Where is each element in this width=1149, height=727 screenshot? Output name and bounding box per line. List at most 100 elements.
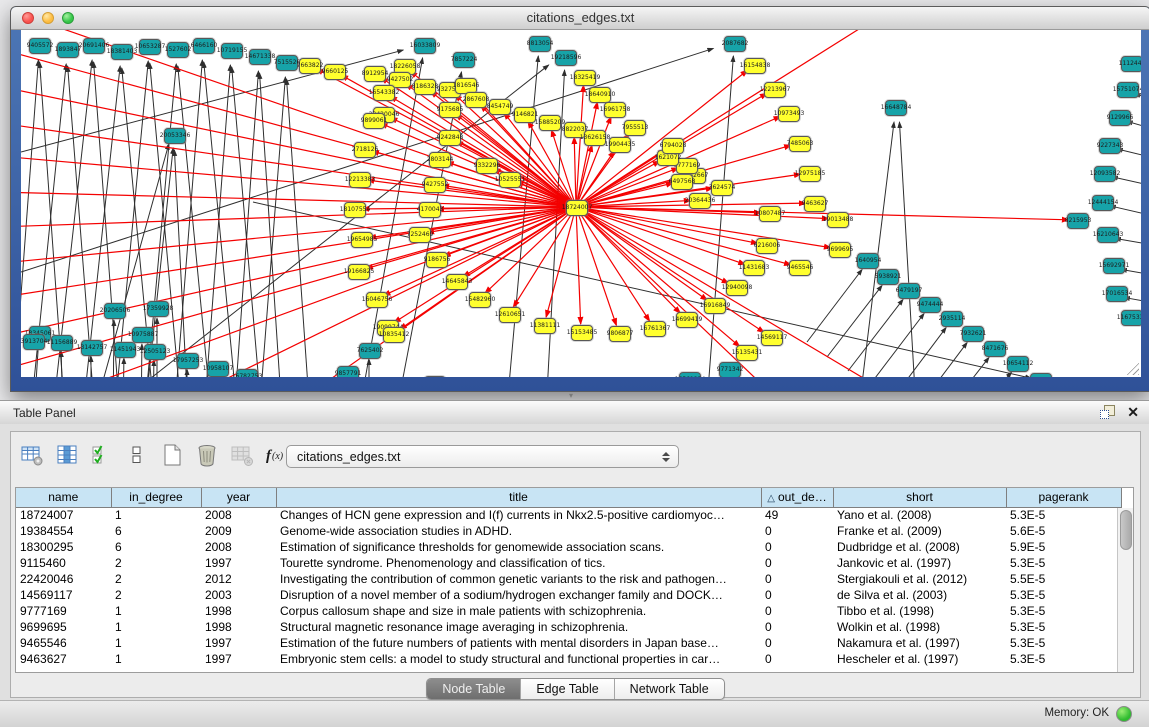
table-cell[interactable]: Tourette syndrome. Phenomenology and cla… xyxy=(276,555,761,571)
column-header-pagerank[interactable]: pagerank xyxy=(1006,488,1121,507)
graph-node[interactable]: 12444154 xyxy=(1092,195,1114,211)
table-vertical-scrollbar[interactable] xyxy=(1117,508,1133,672)
column-header-year[interactable]: year xyxy=(201,488,276,507)
graph-node[interactable]: 6479197 xyxy=(898,283,920,299)
table-cell[interactable]: Investigating the contribution of common… xyxy=(276,571,761,587)
graph-node[interactable]: 3624574 xyxy=(711,180,733,196)
table-cell[interactable]: 2008 xyxy=(201,507,276,523)
graph-node[interactable]: 12975185 xyxy=(799,166,821,182)
table-cell[interactable]: 1998 xyxy=(201,603,276,619)
graph-node[interactable]: 7515526 xyxy=(276,55,298,71)
table-cell[interactable]: Disruption of a novel member of a sodium… xyxy=(276,587,761,603)
graph-node[interactable]: 6466160 xyxy=(193,38,215,54)
table-cell[interactable]: 1 xyxy=(111,635,201,651)
graph-node[interactable]: 19013488 xyxy=(827,212,849,228)
graph-node[interactable]: 12610651 xyxy=(499,307,521,323)
graph-node[interactable]: 9186756 xyxy=(426,252,448,268)
table-cell[interactable]: Estimation of the future numbers of pati… xyxy=(276,635,761,651)
table-cell[interactable]: 5.6E-5 xyxy=(1006,523,1121,539)
table-cell[interactable]: 1 xyxy=(111,619,201,635)
graph-node[interactable]: 8912954 xyxy=(364,66,386,82)
table-cell[interactable]: 0 xyxy=(761,523,833,539)
graph-node[interactable]: 16210643 xyxy=(1097,227,1119,243)
graph-node[interactable]: 1112442 xyxy=(1121,56,1141,72)
graph-node[interactable]: 11156889 xyxy=(51,335,73,351)
graph-node[interactable]: 9465546 xyxy=(789,260,811,276)
trash-icon[interactable] xyxy=(194,442,220,468)
graph-node[interactable]: 9427552 xyxy=(424,177,446,193)
graph-node[interactable]: 6794028 xyxy=(662,138,684,154)
table-cell[interactable]: 5.3E-5 xyxy=(1006,555,1121,571)
table-cell[interactable]: 2 xyxy=(111,555,201,571)
table-cell[interactable]: 19384554 xyxy=(16,523,111,539)
table-row[interactable]: 969969511998Structural magnetic resonanc… xyxy=(16,619,1121,635)
float-panel-icon[interactable] xyxy=(1099,404,1115,420)
graph-node[interactable]: 8813054 xyxy=(529,36,551,52)
table-cell[interactable]: Corpus callosum shape and size in male p… xyxy=(276,603,761,619)
table-cell[interactable]: Embryonic stem cells: a model to study s… xyxy=(276,651,761,667)
graph-node[interactable]: 9699695 xyxy=(829,242,851,258)
graph-node[interactable]: 10958107 xyxy=(207,361,229,377)
graph-node[interactable]: 7857224 xyxy=(453,52,475,68)
table-cell[interactable]: 2 xyxy=(111,571,201,587)
graph-node[interactable]: 20053346 xyxy=(164,128,186,144)
graph-node[interactable]: 16961758 xyxy=(604,102,626,118)
table-cell[interactable]: Estimation of significance thresholds fo… xyxy=(276,539,761,555)
table-cell[interactable]: 14569117 xyxy=(16,587,111,603)
table-row[interactable]: 946362711997Embryonic stem cells: a mode… xyxy=(16,651,1121,667)
column-header-short[interactable]: short xyxy=(833,488,1006,507)
table-cell[interactable]: 18724007 xyxy=(16,507,111,523)
table-cell[interactable]: 0 xyxy=(761,555,833,571)
graph-node[interactable]: 7625402 xyxy=(359,343,381,359)
graph-node[interactable]: 2867608 xyxy=(465,92,487,108)
graph-node[interactable]: 20364436 xyxy=(689,193,711,209)
table-cell[interactable]: Hescheler et al. (1997) xyxy=(833,651,1006,667)
column-header-out_de[interactable]: △out_de… xyxy=(761,488,833,507)
table-cell[interactable]: 9777169 xyxy=(16,603,111,619)
table-cell[interactable]: 49 xyxy=(761,507,833,523)
table-cell[interactable]: Jankovic et al. (1997) xyxy=(833,555,1006,571)
table-cell[interactable]: 1997 xyxy=(201,635,276,651)
graph-node[interactable]: 20691406 xyxy=(83,38,105,54)
graph-node[interactable]: 12213967 xyxy=(764,82,786,98)
table-cell[interactable]: 2009 xyxy=(201,523,276,539)
table-selector-dropdown[interactable]: citations_edges.txt xyxy=(286,445,679,468)
graph-node[interactable]: 18724007 xyxy=(566,200,588,216)
graph-node[interactable]: 15482960 xyxy=(469,292,491,308)
graph-node[interactable]: 10835412 xyxy=(383,327,405,343)
graph-node[interactable]: 9463627 xyxy=(804,196,826,212)
graph-node[interactable]: 4170043 xyxy=(419,202,441,218)
graph-node[interactable]: 16033809 xyxy=(414,38,436,54)
table-cell[interactable]: Stergiakouli et al. (2012) xyxy=(833,571,1006,587)
table-cell[interactable]: 1997 xyxy=(201,651,276,667)
table-cell[interactable]: Genome-wide association studies in ADHD. xyxy=(276,523,761,539)
graph-node[interactable]: 2718126 xyxy=(354,142,376,158)
graph-node[interactable]: 15751074 xyxy=(1117,82,1139,98)
table-cell[interactable]: 1 xyxy=(111,651,201,667)
graph-node[interactable]: 9899061 xyxy=(363,113,385,129)
table-cell[interactable]: 0 xyxy=(761,539,833,555)
network-canvas[interactable]: 9405572189384720691406183814031065328715… xyxy=(21,30,1141,377)
table-cell[interactable]: 5.9E-5 xyxy=(1006,539,1121,555)
graph-node[interactable]: 16154838 xyxy=(744,58,766,74)
table-row[interactable]: 1938455462009Genome-wide association stu… xyxy=(16,523,1121,539)
table-cell[interactable]: 2003 xyxy=(201,587,276,603)
checklist-icon[interactable] xyxy=(89,442,115,468)
graph-node[interactable]: 9806877 xyxy=(609,326,631,342)
tab-node-table[interactable]: Node Table xyxy=(427,679,521,699)
table-cell[interactable]: 0 xyxy=(761,587,833,603)
table-cell[interactable]: 2012 xyxy=(201,571,276,587)
graph-node[interactable]: 17957253 xyxy=(177,353,199,369)
table-cell[interactable]: Franke et al. (2009) xyxy=(833,523,1006,539)
graph-node[interactable]: 7663822 xyxy=(299,58,321,74)
graph-node[interactable]: 2087682 xyxy=(724,36,746,52)
table-row[interactable]: 946554611997Estimation of the future num… xyxy=(16,635,1121,651)
table-cell[interactable]: 1 xyxy=(111,507,201,523)
graph-node[interactable]: 16561234 xyxy=(679,372,701,377)
graph-node[interactable]: 14671338 xyxy=(249,49,271,65)
graph-node[interactable]: 18325419 xyxy=(574,70,596,86)
graph-node[interactable]: 19166825 xyxy=(348,264,370,280)
graph-node[interactable]: 19654985 xyxy=(351,232,373,248)
table-cell[interactable]: 9465546 xyxy=(16,635,111,651)
graph-node[interactable]: 10807487 xyxy=(759,206,781,222)
